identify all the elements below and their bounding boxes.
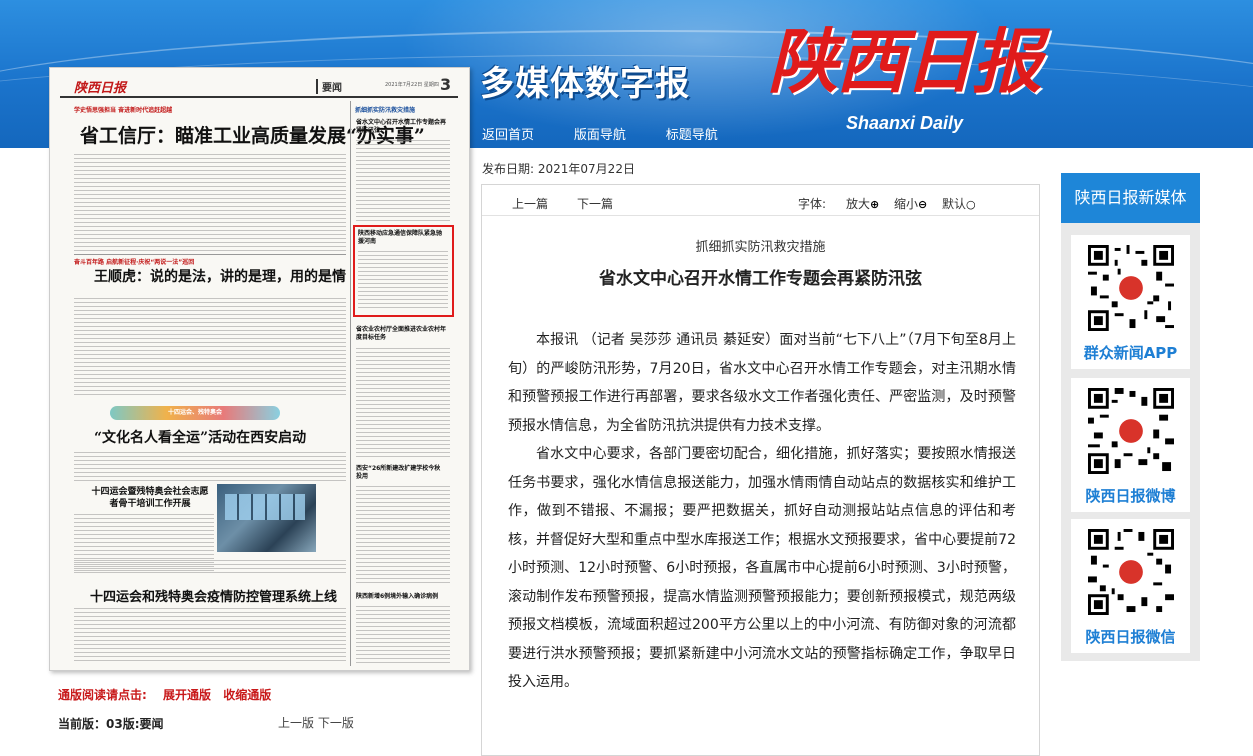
page-masthead: 陕西日报 要闻 2021年7月22日 星期四 3 — [60, 75, 458, 98]
next-article-link[interactable]: 下一篇 — [577, 195, 613, 212]
ribbon-banner: 十四运会、残特奥会 — [110, 406, 280, 420]
text-block — [358, 251, 448, 309]
edition-navigation: 上一版 下一版 — [278, 714, 354, 731]
article-paragraph: 本报讯 （记者 吴莎莎 通讯员 綦延安）面对当前“七下八上”（7月下旬至8月上旬… — [508, 332, 1016, 434]
publish-date-value: 2021年07月22日 — [537, 162, 635, 176]
text-block — [356, 606, 450, 664]
divider — [74, 254, 346, 255]
new-media-sidebar: 陕西日报新媒体 群众新闻APP 陕西日报微博 陕西日报微信 — [1061, 173, 1200, 661]
reading-hint-label: 通版阅读请点击: — [58, 688, 147, 702]
minus-circle-icon: ⊖ — [918, 198, 928, 211]
newspaper-logo: 陕西日报 — [768, 20, 1042, 103]
full-page-reading-hint: 通版阅读请点击: 展开通版 收缩通版 — [58, 686, 271, 703]
qr-code-icon — [1088, 529, 1174, 615]
article-title: 省水文中心召开水情工作专题会再紧防汛弦 — [599, 269, 922, 289]
text-block — [74, 452, 346, 482]
article-panel: 上一篇 下一篇 字体: 放大⊕ 缩小⊖ 默认○ 抓细抓实防汛救灾措施 省水文中心… — [481, 184, 1040, 756]
collapse-full-page-link[interactable]: 收缩通版 — [223, 688, 271, 702]
qr-card-app[interactable]: 群众新闻APP — [1071, 235, 1190, 369]
text-block — [74, 298, 346, 396]
nav-title-navigation-link[interactable]: 标题导航 — [666, 128, 718, 143]
qr-card-label: 陕西日报微博 — [1085, 487, 1176, 505]
side-kicker: 抓细抓实防汛救灾措施 — [355, 107, 416, 114]
publish-date: 发布日期: 2021年07月22日 — [482, 160, 635, 177]
side-headline: 陕西移动应急通信保障队紧急驰援河南 — [358, 230, 443, 245]
masthead-section: 要闻 — [316, 79, 342, 94]
newspaper-logo-english: Shaanxi Daily — [846, 113, 964, 133]
text-block — [356, 140, 450, 222]
text-block — [356, 486, 450, 586]
article-paragraph: 省水文中心要求，各部门要密切配合，细化措施，抓好落实；要按照水情报送任务书要求，… — [508, 446, 1016, 690]
qr-card-label: 群众新闻APP — [1083, 344, 1178, 362]
font-enlarge-button[interactable]: 放大⊕ — [846, 195, 879, 212]
article-body: 本报讯 （记者 吴莎莎 通讯员 綦延安）面对当前“七下八上”（7月下旬至8月上旬… — [508, 326, 1016, 697]
side-headline[interactable]: 西安“26所新建改扩建学校今秋投用 — [356, 465, 446, 481]
text-block — [74, 560, 346, 576]
publish-date-label: 发布日期: — [482, 162, 535, 176]
text-block — [74, 154, 346, 254]
newspaper-page-image[interactable]: 陕西日报 要闻 2021年7月22日 星期四 3 学史悟思强担当 奋进新时代追赶… — [49, 67, 470, 671]
qr-card-wechat[interactable]: 陕西日报微信 — [1071, 519, 1190, 653]
side-headline[interactable]: 陕西新增6例境外输入确诊病例 — [356, 593, 446, 601]
page-headline[interactable]: 十四运会和残特奥会疫情防控管理系统上线 — [90, 586, 337, 605]
current-edition: 当前版：03版:要闻 — [58, 717, 164, 731]
page-headline[interactable]: 王顺虎：说的是法，讲的是理，用的是情 — [94, 266, 346, 286]
page-kicker: 学史悟思强担当 奋进新时代追赶超越 — [74, 107, 173, 114]
side-headline[interactable]: 省农业农村厅全面推进农业农村年度目标任务 — [356, 326, 446, 342]
top-navigation: 返回首页 版面导航 标题导航 — [482, 124, 754, 143]
masthead-date: 2021年7月22日 星期四 — [385, 82, 439, 88]
page-kicker: 奋斗百年路 启航新征程·庆祝“两说一法”巡回 — [74, 259, 195, 266]
qr-card-label: 陕西日报微信 — [1085, 628, 1176, 646]
font-default-button[interactable]: 默认○ — [942, 195, 976, 212]
qr-code-icon — [1088, 245, 1174, 331]
qr-code-icon — [1088, 388, 1174, 474]
text-block — [74, 608, 346, 664]
font-default-label: 默认 — [942, 197, 967, 211]
font-shrink-button[interactable]: 缩小⊖ — [894, 195, 927, 212]
page-headline[interactable]: “文化名人看全运”活动在西安启动 — [94, 427, 306, 447]
qr-card-weibo[interactable]: 陕西日报微博 — [1071, 378, 1190, 512]
prev-article-link[interactable]: 上一篇 — [512, 195, 548, 212]
page-photo — [217, 484, 316, 552]
font-shrink-label: 缩小 — [894, 197, 919, 211]
sidebar-title: 陕西日报新媒体 — [1061, 173, 1200, 223]
masthead-page-number: 3 — [440, 75, 452, 94]
masthead-logo: 陕西日报 — [74, 81, 127, 96]
circle-icon: ○ — [966, 198, 976, 211]
side-headline[interactable]: 省水文中心召开水情工作专题会再紧防汛弦 — [356, 119, 446, 135]
column-divider — [350, 101, 351, 666]
highlighted-article-box[interactable]: 陕西移动应急通信保障队紧急驰援河南 — [353, 225, 454, 317]
nav-page-navigation-link[interactable]: 版面导航 — [574, 128, 626, 143]
next-edition-link[interactable]: 下一版 — [318, 716, 354, 730]
nav-home-link[interactable]: 返回首页 — [482, 128, 534, 143]
page-headline[interactable]: 十四运会暨残特奥会社会志愿者骨干培训工作开展 — [90, 486, 210, 510]
site-title: 多媒体数字报 — [480, 64, 690, 104]
plus-circle-icon: ⊕ — [870, 198, 880, 211]
ribbon-label: 十四运会、残特奥会 — [167, 409, 222, 416]
text-block — [356, 348, 450, 458]
article-kicker: 抓细抓实防汛救灾措施 — [695, 240, 826, 255]
font-enlarge-label: 放大 — [846, 197, 871, 211]
article-toolbar: 上一篇 下一篇 字体: 放大⊕ 缩小⊖ 默认○ — [482, 185, 1039, 216]
expand-full-page-link[interactable]: 展开通版 — [163, 688, 211, 702]
prev-edition-link[interactable]: 上一版 — [278, 716, 314, 730]
font-size-label: 字体: — [798, 197, 827, 211]
